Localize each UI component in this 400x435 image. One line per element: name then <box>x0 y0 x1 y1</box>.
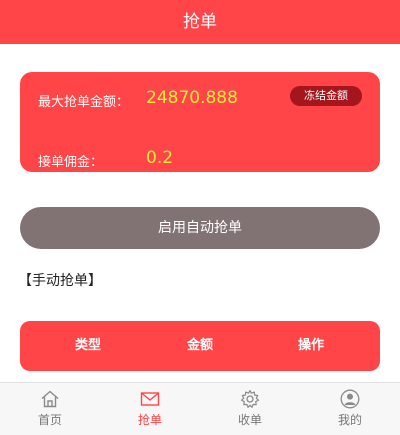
user-icon <box>340 389 360 409</box>
tab-home[interactable]: 首页 <box>0 383 100 435</box>
max-amount-value: 24870.888 <box>146 88 238 108</box>
tab-receive-label: 收单 <box>237 413 262 427</box>
page-header: 抢单 <box>0 0 400 44</box>
tab-grab-label: 抢单 <box>137 413 162 427</box>
bottom-tab-bar: 首页 抢单 收单 我的 <box>0 382 400 435</box>
tab-grab[interactable]: 抢单 <box>100 383 200 435</box>
summary-card: 最大抢单金额： 24870.888 冻结金额 接单佣金： 0.2 <box>20 72 380 172</box>
tab-mine[interactable]: 我的 <box>300 383 400 435</box>
mail-icon <box>140 392 160 406</box>
page-title: 抢单 <box>183 12 217 32</box>
tab-mine-label: 我的 <box>337 413 362 427</box>
column-type: 类型 <box>74 338 101 353</box>
tab-home-label: 首页 <box>37 413 62 427</box>
home-icon <box>41 390 59 408</box>
freeze-amount-button[interactable]: 冻结金额 <box>290 86 362 106</box>
table-header: 类型 金额 操作 <box>20 321 380 371</box>
commission-value: 0.2 <box>146 148 174 168</box>
column-action: 操作 <box>297 338 324 353</box>
enable-auto-grab-button[interactable]: 启用自动抢单 <box>20 207 380 249</box>
tab-receive[interactable]: 收单 <box>200 383 300 435</box>
manual-grab-section-title: 【手动抢单】 <box>18 273 102 289</box>
gear-icon <box>240 389 260 408</box>
max-amount-label: 最大抢单金额： <box>38 95 130 110</box>
commission-label: 接单佣金： <box>38 155 104 170</box>
column-amount: 金额 <box>186 338 213 353</box>
